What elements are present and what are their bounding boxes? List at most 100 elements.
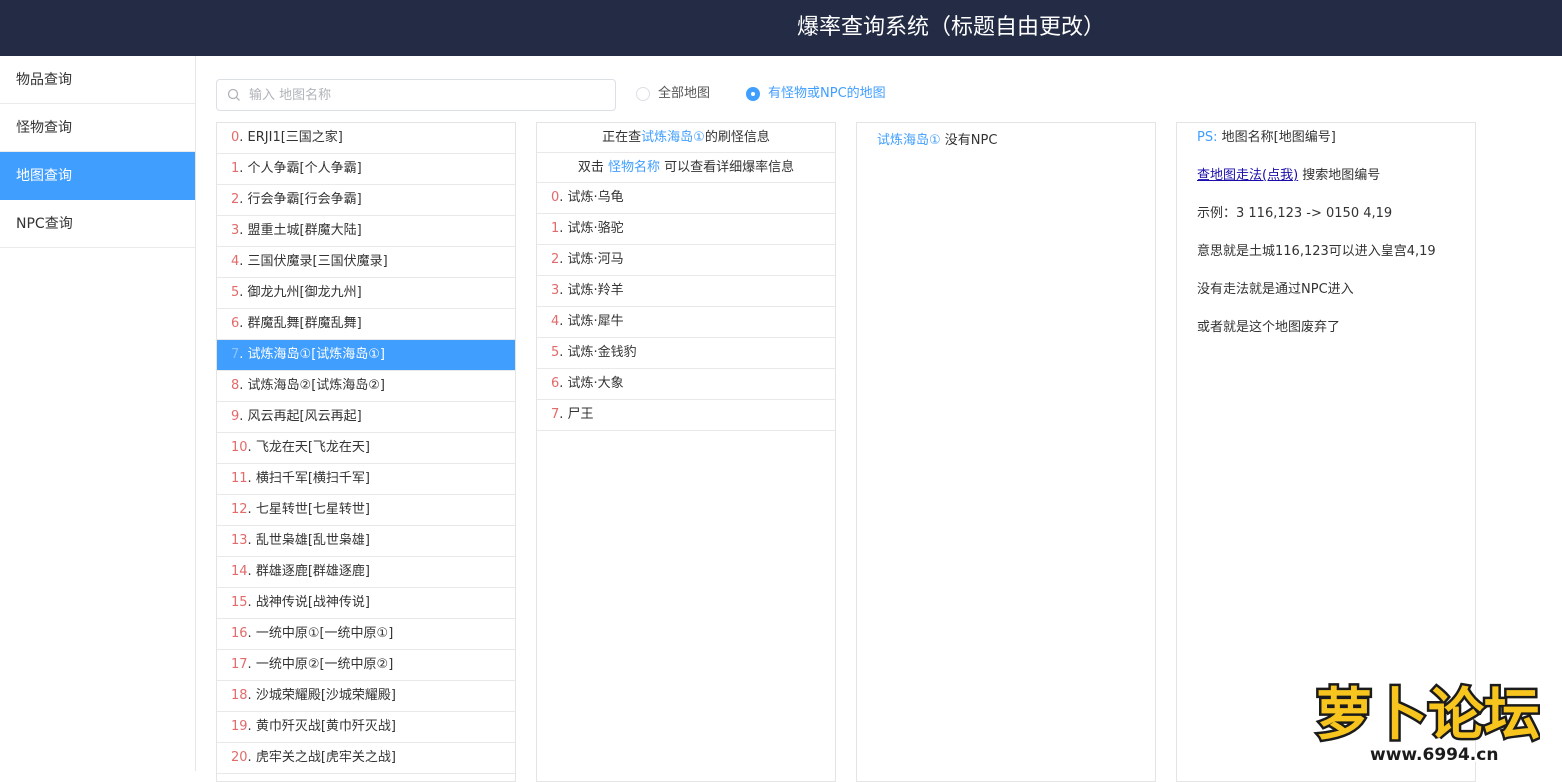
no-route-line: 没有走法就是通过NPC进入: [1197, 282, 1354, 297]
map-name: 个人争霸[个人争霸]: [247, 161, 362, 176]
monster-list-item[interactable]: 7. 尸王: [537, 400, 835, 431]
hint-monster-name: 怪物名称: [607, 160, 660, 175]
monster-name: 试炼·金钱豹: [567, 345, 637, 360]
map-list-item[interactable]: 11. 横扫千军[横扫千军]: [217, 464, 515, 495]
monster-list-item[interactable]: 1. 试炼·骆驼: [537, 214, 835, 245]
map-name: 战神传说[战神传说]: [255, 595, 370, 610]
monster-list-item[interactable]: 4. 试炼·犀牛: [537, 307, 835, 338]
map-list-item[interactable]: 12. 七星转世[七星转世]: [217, 495, 515, 526]
monster-list-item[interactable]: 5. 试炼·金钱豹: [537, 338, 835, 369]
npc-status-line: 试炼海岛① 没有NPC: [857, 123, 1155, 148]
map-name: 七星转世[七星转世]: [255, 502, 370, 517]
npc-panel: 试炼海岛① 没有NPC: [856, 122, 1156, 782]
map-name: 群雄逐鹿[群雄逐鹿]: [255, 564, 370, 579]
monster-panel-hint: 双击 怪物名称 可以查看详细爆率信息: [537, 153, 835, 183]
monster-name: 试炼·乌龟: [567, 190, 624, 205]
forum-watermark-logo: 萝卜论坛 www.6994.cn: [1314, 681, 1541, 765]
map-name: 行会争霸[行会争霸]: [247, 192, 362, 207]
radio-checked-icon: [746, 87, 760, 101]
map-list-item[interactable]: 6. 群魔乱舞[群魔乱舞]: [217, 309, 515, 340]
header-suffix: 的刷怪信息: [704, 130, 770, 145]
map-index: 19: [231, 719, 248, 734]
map-name: 盟重土城[群魔大陆]: [247, 223, 362, 238]
map-list-panel: 0. ERJI1[三国之家] 1. 个人争霸[个人争霸] 2. 行会争霸[行会争霸]…: [216, 122, 516, 782]
map-list-item[interactable]: 17. 一统中原②[一统中原②]: [217, 650, 515, 681]
map-list-item[interactable]: 14. 群雄逐鹿[群雄逐鹿]: [217, 557, 515, 588]
watermark-site: www.6994.cn: [1370, 745, 1498, 764]
map-name: ERJI1[三国之家]: [247, 130, 343, 145]
radio-unchecked-icon: [636, 87, 650, 101]
monster-name: 试炼·骆驼: [567, 221, 624, 236]
example-line: 示例：3 116,123 -> 0150 4,19: [1197, 206, 1393, 221]
map-list-item[interactable]: 8. 试炼海岛②[试炼海岛②]: [217, 371, 515, 402]
monster-list-item[interactable]: 2. 试炼·河马: [537, 245, 835, 276]
map-list-item[interactable]: 1. 个人争霸[个人争霸]: [217, 154, 515, 185]
map-route-link[interactable]: 查地图走法(点我): [1197, 168, 1298, 183]
monster-list-item[interactable]: 6. 试炼·大象: [537, 369, 835, 400]
map-name: 一统中原②[一统中原②]: [255, 657, 394, 672]
monster-name: 试炼·大象: [567, 376, 624, 391]
search-icon: [227, 88, 240, 101]
monster-name: 试炼·羚羊: [567, 283, 624, 298]
filter-all-maps-radio[interactable]: 全部地图: [636, 84, 736, 104]
app-header: 爆率查询系统（标题自由更改）: [0, 0, 1562, 56]
map-index: 12: [231, 502, 248, 517]
ps-line: PS: 地图名称[地图编号]: [1197, 129, 1475, 167]
sidebar-item-item-query[interactable]: 物品查询: [0, 56, 195, 104]
map-index: 18: [231, 688, 248, 703]
map-index: 15: [231, 595, 248, 610]
sidebar-item-monster-query[interactable]: 怪物查询: [0, 104, 195, 152]
map-list-item[interactable]: 16. 一统中原①[一统中原①]: [217, 619, 515, 650]
page-title: 爆率查询系统（标题自由更改）: [796, 15, 1105, 40]
map-name: 试炼海岛①[试炼海岛①]: [247, 347, 385, 362]
map-list-item[interactable]: 3. 盟重土城[群魔大陆]: [217, 216, 515, 247]
monster-list-item[interactable]: 0. 试炼·乌龟: [537, 183, 835, 214]
monster-name: 尸王: [567, 407, 594, 422]
map-list-item[interactable]: 15. 战神传说[战神传说]: [217, 588, 515, 619]
map-list-item[interactable]: 0. ERJI1[三国之家]: [217, 123, 515, 154]
npc-map-name: 试炼海岛①: [877, 133, 941, 148]
map-list-item[interactable]: 13. 乱世枭雄[乱世枭雄]: [217, 526, 515, 557]
map-index: 20: [231, 750, 248, 765]
filter-maps-with-monsters-radio[interactable]: 有怪物或NPC的地图: [746, 84, 916, 104]
abandoned-line: 或者就是这个地图废弃了: [1197, 320, 1341, 335]
map-index: 13: [231, 533, 248, 548]
map-list-item[interactable]: 18. 沙城荣耀殿[沙城荣耀殿]: [217, 681, 515, 712]
filter-maps-with-monsters-label: 有怪物或NPC的地图: [768, 86, 886, 101]
map-search-input[interactable]: [249, 80, 609, 110]
monster-list-item[interactable]: 3. 试炼·羚羊: [537, 276, 835, 307]
ps-text: 地图名称[地图编号]: [1221, 130, 1336, 145]
hint-prefix: 双击: [577, 160, 604, 175]
map-name: 试炼海岛②[试炼海岛②]: [247, 378, 385, 393]
monster-panel: 正在查试炼海岛①的刷怪信息 双击 怪物名称 可以查看详细爆率信息 0. 试炼·乌…: [536, 122, 836, 782]
map-index: 17: [231, 657, 248, 672]
map-list-item[interactable]: 5. 御龙九州[御龙九州]: [217, 278, 515, 309]
map-name: 御龙九州[御龙九州]: [247, 285, 362, 300]
map-name: 横扫千军[横扫千军]: [255, 471, 370, 486]
map-index: 16: [231, 626, 248, 641]
map-list: 0. ERJI1[三国之家] 1. 个人争霸[个人争霸] 2. 行会争霸[行会争霸]…: [217, 123, 515, 774]
map-name: 一统中原①[一统中原①]: [255, 626, 394, 641]
map-list-item[interactable]: 10. 飞龙在天[飞龙在天]: [217, 433, 515, 464]
sidebar-item-npc-query[interactable]: NPC查询: [0, 200, 195, 248]
map-name: 虎牢关之战[虎牢关之战]: [255, 750, 396, 765]
route-link-line: 查地图走法(点我) 搜索地图编号: [1197, 167, 1475, 205]
map-list-item[interactable]: 4. 三国伏魔录[三国伏魔录]: [217, 247, 515, 278]
map-name: 三国伏魔录[三国伏魔录]: [247, 254, 388, 269]
map-list-item[interactable]: 2. 行会争霸[行会争霸]: [217, 185, 515, 216]
map-index: 11: [231, 471, 248, 486]
ps-label: PS:: [1197, 130, 1218, 145]
map-list-item[interactable]: 19. 黄巾歼灭战[黄巾歼灭战]: [217, 712, 515, 743]
map-name: 乱世枭雄[乱世枭雄]: [255, 533, 370, 548]
hint-suffix: 可以查看详细爆率信息: [664, 160, 795, 175]
map-index: 14: [231, 564, 248, 579]
map-name: 黄巾歼灭战[黄巾歼灭战]: [255, 719, 396, 734]
sidebar-item-map-query[interactable]: 地图查询: [0, 152, 195, 200]
map-name: 风云再起[风云再起]: [247, 409, 362, 424]
map-list-item[interactable]: 20. 虎牢关之战[虎牢关之战]: [217, 743, 515, 774]
map-list-item[interactable]: 9. 风云再起[风云再起]: [217, 402, 515, 433]
map-name: 沙城荣耀殿[沙城荣耀殿]: [255, 688, 396, 703]
map-search-box[interactable]: [216, 79, 616, 111]
map-list-item[interactable]: 7. 试炼海岛①[试炼海岛①]: [217, 340, 515, 371]
monster-list: 0. 试炼·乌龟 1. 试炼·骆驼 2. 试炼·河马 3. 试炼·羚羊 4. 试炼·犀牛…: [537, 183, 835, 431]
